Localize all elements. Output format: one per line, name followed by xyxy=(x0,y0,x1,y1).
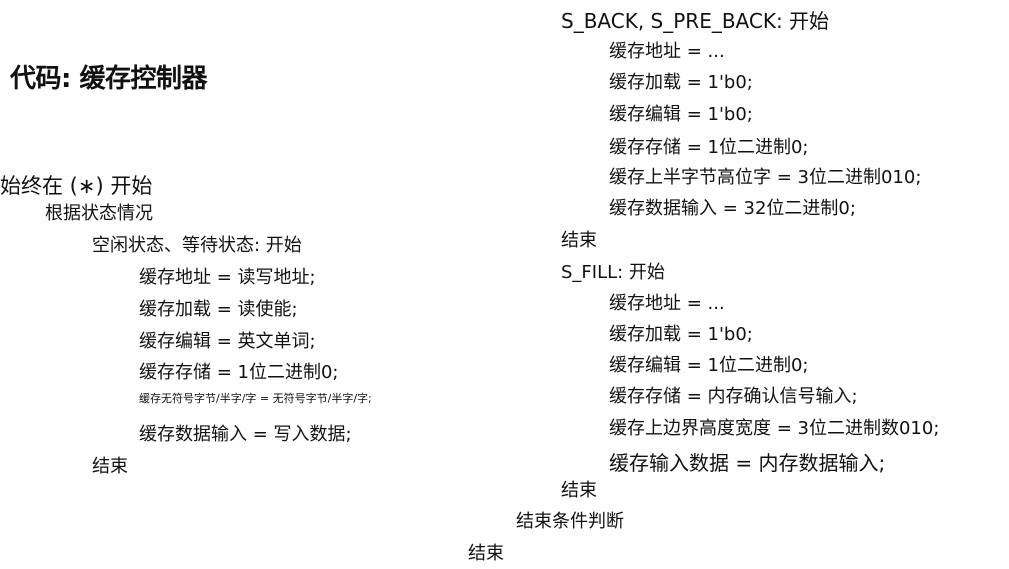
code-fill-line-1: 缓存地址 = ... xyxy=(609,293,725,314)
code-idle-line-5: 缓存无符号字节/半字/字 = 无符号字节/半字/字; xyxy=(139,392,372,405)
code-back-line-4: 缓存存储 = 1位二进制0; xyxy=(609,137,809,158)
code-idle-end: 结束 xyxy=(92,456,128,477)
code-back-header: S_BACK, S_PRE_BACK: 开始 xyxy=(561,9,830,33)
code-fill-line-5: 缓存上边界高度宽度 = 3位二进制数010; xyxy=(609,418,940,439)
code-back-line-1: 缓存地址 = ... xyxy=(609,41,725,62)
code-idle-line-3: 缓存编辑 = 英文单词; xyxy=(139,331,316,352)
code-back-line-5: 缓存上半字节高位字 = 3位二进制010; xyxy=(609,167,922,188)
code-back-line-3: 缓存编辑 = 1'b0; xyxy=(609,104,753,125)
code-fill-line-4: 缓存存储 = 内存确认信号输入; xyxy=(609,386,858,407)
code-back-line-6: 缓存数据输入 = 32位二进制0; xyxy=(609,198,856,219)
code-endcase: 结束条件判断 xyxy=(516,511,624,532)
code-idle-line-6: 缓存数据输入 = 写入数据; xyxy=(139,424,352,445)
code-case-line: 根据状态情况 xyxy=(45,203,153,224)
code-fill-line-6: 缓存输入数据 = 内存数据输入; xyxy=(609,451,886,475)
code-idle-header: 空闲状态、等待状态: 开始 xyxy=(92,235,302,256)
code-fill-line-3: 缓存编辑 = 1位二进制0; xyxy=(609,355,809,376)
code-end: 结束 xyxy=(468,543,504,564)
code-always-line: 始终在 (∗) 开始 xyxy=(0,174,153,198)
code-fill-end: 结束 xyxy=(561,480,597,501)
code-idle-line-4: 缓存存储 = 1位二进制0; xyxy=(139,362,339,383)
code-back-line-2: 缓存加载 = 1'b0; xyxy=(609,72,753,93)
code-fill-header: S_FILL: 开始 xyxy=(561,262,665,283)
code-idle-line-1: 缓存地址 = 读写地址; xyxy=(139,267,316,288)
code-back-end: 结束 xyxy=(561,230,597,251)
code-fill-line-2: 缓存加载 = 1'b0; xyxy=(609,324,753,345)
page-title: 代码: 缓存控制器 xyxy=(10,64,207,94)
code-idle-line-2: 缓存加载 = 读使能; xyxy=(139,299,298,320)
